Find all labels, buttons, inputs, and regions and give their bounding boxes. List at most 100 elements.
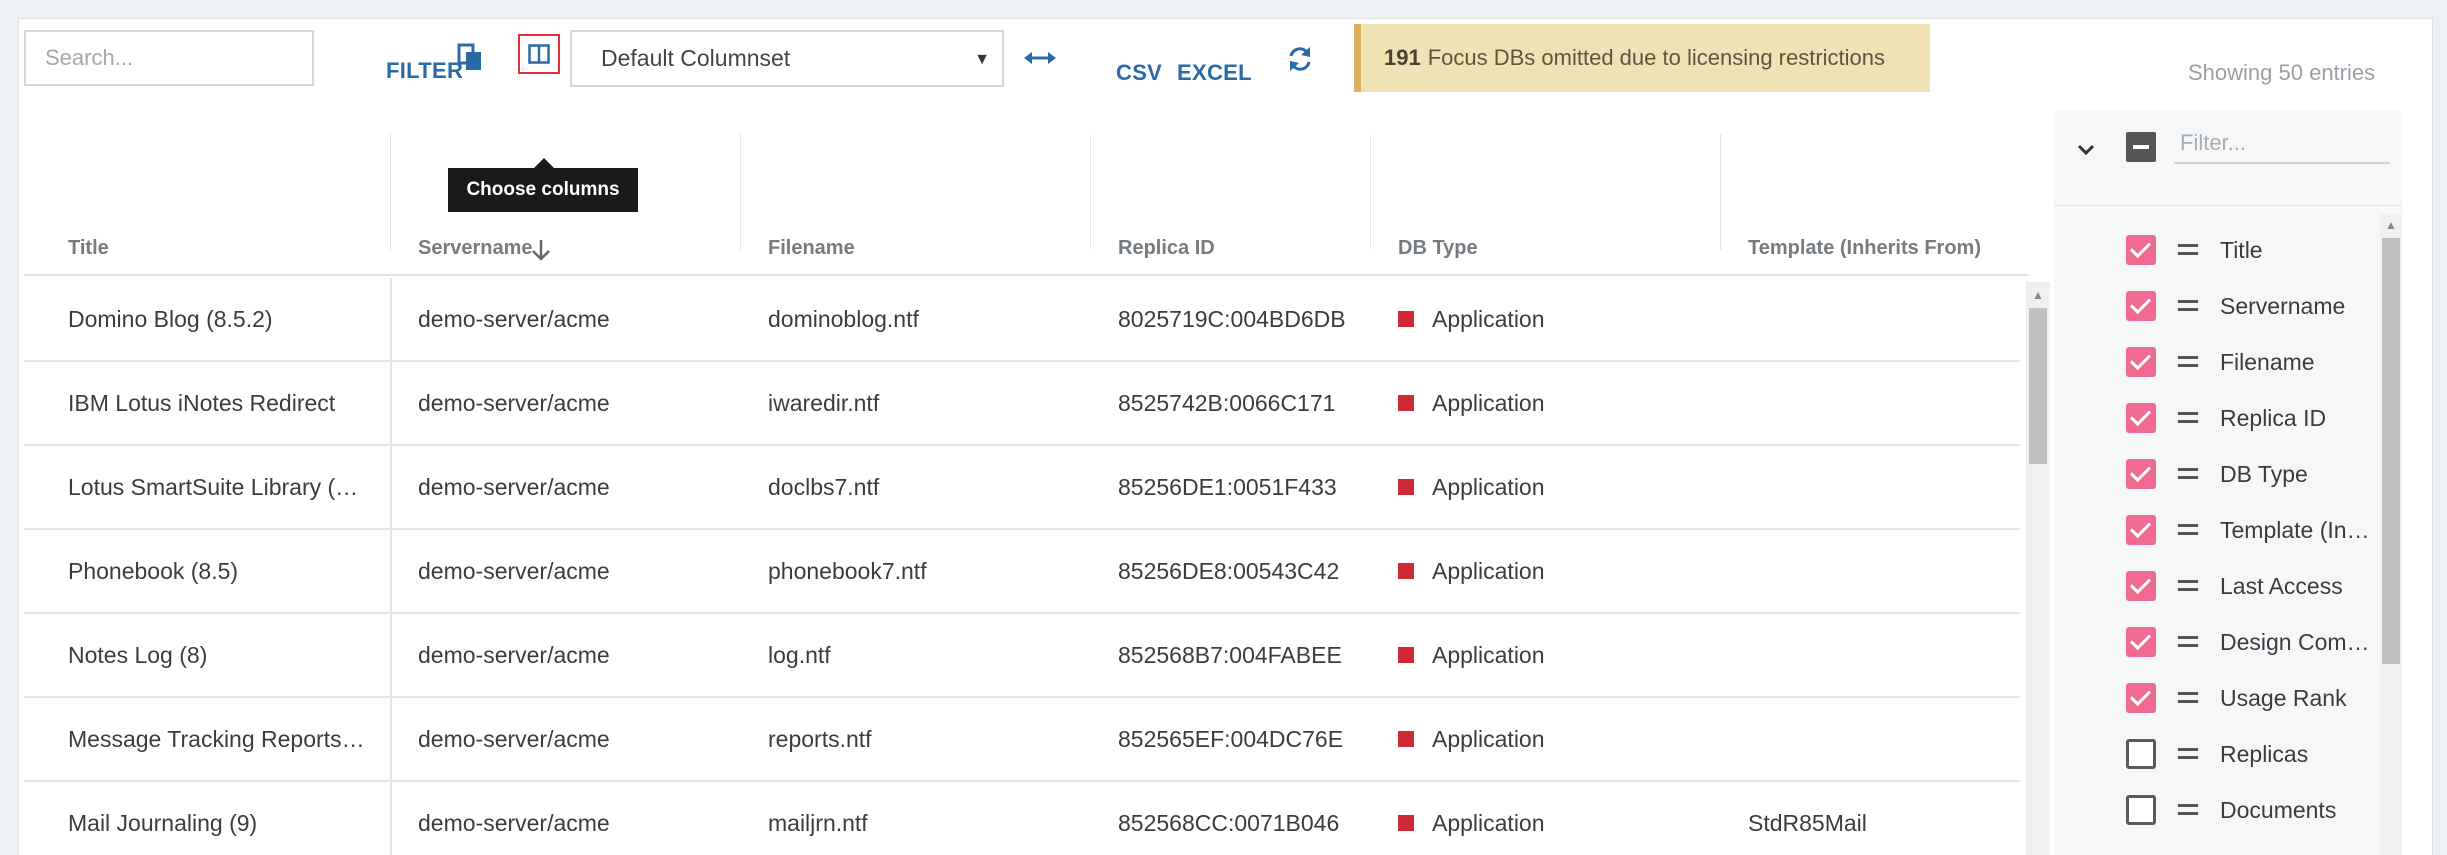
caret-down-icon: ▼ xyxy=(974,51,990,68)
cell-file: dominoblog.ntf xyxy=(768,278,919,360)
choose-columns-button[interactable] xyxy=(518,34,560,74)
column-option[interactable]: Documents xyxy=(2054,782,2374,838)
copy-filter-icon[interactable] xyxy=(456,42,484,72)
drag-handle-icon[interactable] xyxy=(2178,244,2198,256)
columnset-select[interactable]: Default Columnset ▼ xyxy=(570,30,1004,87)
column-option[interactable]: Replica ID xyxy=(2054,390,2374,446)
cell-text: iwaredir.ntf xyxy=(768,389,880,416)
drag-handle-icon[interactable] xyxy=(2178,580,2198,592)
cell-server: demo-server/acme xyxy=(418,446,610,528)
column-checkbox[interactable] xyxy=(2126,571,2156,601)
excel-export-button[interactable]: EXCEL xyxy=(1177,60,1252,86)
column-option[interactable]: Template (Inh… xyxy=(2054,502,2378,558)
column-checkbox[interactable] xyxy=(2126,739,2156,769)
column-list-scrollbar[interactable]: ▲ xyxy=(2380,214,2402,855)
cell-text: Application xyxy=(1432,725,1545,752)
cell-text: 852565EF:004DC76E xyxy=(1118,725,1344,752)
header-servername[interactable]: Servername xyxy=(418,237,533,260)
cell-file: doclbs7.ntf xyxy=(768,446,879,528)
scroll-up-icon[interactable]: ▲ xyxy=(2032,288,2044,302)
table-row[interactable]: Phonebook (8.5) demo-server/acme phonebook… xyxy=(24,530,2020,614)
sort-descending-icon[interactable] xyxy=(528,238,554,262)
column-checkbox[interactable] xyxy=(2126,291,2156,321)
column-checkbox[interactable] xyxy=(2126,347,2156,377)
table-scrollbar[interactable]: ▲ xyxy=(2026,282,2050,855)
cell-text: 852568B7:004FABEE xyxy=(1118,641,1342,668)
scrollbar-thumb[interactable] xyxy=(2029,308,2047,464)
csv-export-button[interactable]: CSV xyxy=(1116,60,1162,86)
cell-text: log.ntf xyxy=(768,641,831,668)
expand-width-icon[interactable] xyxy=(1024,48,1056,68)
column-checkbox[interactable] xyxy=(2126,515,2156,545)
column-checkbox[interactable] xyxy=(2126,795,2156,825)
table-row[interactable]: Lotus SmartSuite Library (… demo-server/a… xyxy=(24,446,2020,530)
cell-text: demo-server/acme xyxy=(418,725,610,752)
cell-type: Application xyxy=(1398,362,1545,444)
header-db-type[interactable]: DB Type xyxy=(1398,237,1478,260)
column-filter-input[interactable]: Filter... xyxy=(2174,124,2390,164)
filter-button[interactable]: FILTER xyxy=(386,58,463,84)
drag-handle-icon[interactable] xyxy=(2178,412,2198,424)
db-type-marker-icon xyxy=(1398,479,1414,495)
table-row[interactable]: Domino Blog (8.5.2) demo-server/acme domin… xyxy=(24,278,2020,362)
cell-text: Domino Blog (8.5.2) xyxy=(68,305,273,332)
header-filename[interactable]: Filename xyxy=(768,237,855,260)
column-option[interactable]: Last Access xyxy=(2054,558,2374,614)
column-option[interactable]: Title xyxy=(2054,222,2374,278)
select-all-checkbox[interactable] xyxy=(2126,132,2156,162)
column-option[interactable]: Filename xyxy=(2054,334,2374,390)
table-row[interactable]: Message Tracking Reports… demo-server/acm… xyxy=(24,698,2020,782)
column-option[interactable]: Servername xyxy=(2054,278,2374,334)
cell-text: Application xyxy=(1432,473,1545,500)
scrollbar-thumb[interactable] xyxy=(2382,238,2400,664)
cell-title: Notes Log (8) xyxy=(68,614,207,696)
cell-text: Phonebook (8.5) xyxy=(68,557,239,584)
table-row[interactable]: Mail Journaling (9) demo-server/acme mailj… xyxy=(24,782,2020,855)
table-row[interactable]: IBM Lotus iNotes Redirect demo-server/acm… xyxy=(24,362,2020,446)
search-input[interactable]: Search... xyxy=(24,30,314,86)
cell-text: Application xyxy=(1432,389,1545,416)
cell-text: dominoblog.ntf xyxy=(768,305,919,332)
cell-text: 8025719C:004BD6DB xyxy=(1118,305,1346,332)
column-option[interactable]: DB Type xyxy=(2054,446,2374,502)
column-divider xyxy=(390,278,392,362)
drag-handle-icon[interactable] xyxy=(2178,468,2198,480)
column-checkbox[interactable] xyxy=(2126,403,2156,433)
drag-handle-icon[interactable] xyxy=(2178,804,2198,816)
drag-handle-icon[interactable] xyxy=(2178,300,2198,312)
table-row[interactable]: Notes Log (8) demo-server/acme log.ntf 8525… xyxy=(24,614,2020,698)
column-checkbox[interactable] xyxy=(2126,459,2156,489)
cell-server: demo-server/acme xyxy=(418,362,610,444)
drag-handle-icon[interactable] xyxy=(2178,524,2198,536)
drag-handle-icon[interactable] xyxy=(2178,748,2198,760)
scroll-up-icon[interactable]: ▲ xyxy=(2385,218,2397,232)
column-divider xyxy=(1090,134,1091,250)
cell-file: phonebook7.ntf xyxy=(768,530,927,612)
column-checkbox[interactable] xyxy=(2126,683,2156,713)
cell-title: Mail Journaling (9) xyxy=(68,782,257,855)
cell-server: demo-server/acme xyxy=(418,530,610,612)
chevron-down-icon[interactable] xyxy=(2074,138,2098,162)
column-checkbox[interactable] xyxy=(2126,627,2156,657)
cell-replica: 8525742B:0066C171 xyxy=(1118,362,1335,444)
header-template[interactable]: Template (Inherits From) xyxy=(1748,237,1981,260)
cell-type: Application xyxy=(1398,530,1545,612)
column-option[interactable]: Usage Rank xyxy=(2054,670,2374,726)
header-replica-id[interactable]: Replica ID xyxy=(1118,237,1215,260)
refresh-icon[interactable] xyxy=(1286,44,1314,74)
cell-text: demo-server/acme xyxy=(418,641,610,668)
cell-text: StdR85Mail xyxy=(1748,809,1867,836)
column-option[interactable]: Design Comp… xyxy=(2054,614,2378,670)
column-option-label: Usage Rank xyxy=(2220,684,2347,711)
header-title[interactable]: Title xyxy=(68,237,109,260)
column-checkbox[interactable] xyxy=(2126,235,2156,265)
column-option-label: Template (Inh… xyxy=(2220,516,2378,543)
cell-text: demo-server/acme xyxy=(418,305,610,332)
cell-replica: 852565EF:004DC76E xyxy=(1118,698,1343,780)
drag-handle-icon[interactable] xyxy=(2178,636,2198,648)
column-option[interactable]: Replicas xyxy=(2054,726,2374,782)
drag-handle-icon[interactable] xyxy=(2178,356,2198,368)
column-divider xyxy=(1370,134,1371,250)
drag-handle-icon[interactable] xyxy=(2178,692,2198,704)
cell-text: Application xyxy=(1432,305,1545,332)
